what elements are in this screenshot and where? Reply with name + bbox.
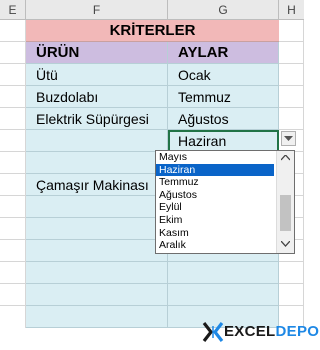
cell[interactable] bbox=[279, 262, 304, 284]
dropdown-option-selected[interactable]: Haziran bbox=[156, 163, 274, 177]
cell[interactable] bbox=[279, 108, 304, 130]
cell[interactable] bbox=[0, 130, 26, 152]
logo-text-excel: EXCEL bbox=[224, 323, 276, 340]
month-cell[interactable]: Ağustos bbox=[168, 108, 279, 130]
product-cell[interactable]: Elektrik Süpürgesi bbox=[26, 108, 168, 130]
chevron-down-icon bbox=[284, 136, 293, 141]
dropdown-option[interactable]: Eylül bbox=[156, 201, 274, 214]
column-header-e[interactable]: E bbox=[0, 0, 26, 20]
column-header-h[interactable]: H bbox=[279, 0, 304, 20]
month-cell[interactable]: Temmuz bbox=[168, 86, 279, 108]
dropdown-option[interactable]: Ekim bbox=[156, 214, 274, 227]
scroll-down-icon[interactable] bbox=[277, 237, 294, 253]
header-months[interactable]: AYLAR bbox=[168, 42, 279, 64]
month-dropdown-list[interactable]: Mayıs Haziran Temmuz Ağustos Eylül Ekim … bbox=[155, 150, 295, 254]
cell[interactable] bbox=[0, 196, 26, 218]
cell[interactable] bbox=[0, 174, 26, 196]
cell[interactable] bbox=[0, 218, 26, 240]
dropdown-option[interactable]: Ağustos bbox=[156, 189, 274, 202]
dropdown-arrow-button[interactable] bbox=[281, 131, 296, 146]
dropdown-option[interactable]: Mayıs bbox=[156, 151, 274, 164]
cell[interactable] bbox=[0, 240, 26, 262]
header-row: ÜRÜN AYLAR bbox=[0, 42, 304, 64]
table-row bbox=[0, 262, 304, 284]
product-cell[interactable] bbox=[26, 130, 168, 152]
x-logo-icon bbox=[202, 322, 224, 342]
product-cell[interactable] bbox=[26, 284, 168, 306]
cell[interactable] bbox=[0, 64, 26, 86]
month-cell[interactable] bbox=[168, 284, 279, 306]
product-cell[interactable] bbox=[26, 196, 168, 218]
cell[interactable] bbox=[279, 86, 304, 108]
scroll-up-icon[interactable] bbox=[277, 151, 294, 167]
logo-text-depo: DEPO bbox=[275, 323, 320, 340]
month-cell[interactable] bbox=[168, 262, 279, 284]
cell[interactable] bbox=[279, 20, 304, 42]
table-row: Haziran bbox=[0, 130, 304, 152]
product-cell[interactable] bbox=[26, 152, 168, 174]
dropdown-option[interactable]: Aralık bbox=[156, 239, 274, 252]
product-cell[interactable] bbox=[26, 306, 168, 328]
cell[interactable] bbox=[0, 108, 26, 130]
dropdown-scrollbar[interactable] bbox=[276, 151, 294, 253]
cell[interactable] bbox=[0, 306, 26, 328]
product-cell[interactable]: Ütü bbox=[26, 64, 168, 86]
cell[interactable] bbox=[0, 86, 26, 108]
exceldepo-logo: EXCELDEPO bbox=[202, 320, 319, 344]
table-row bbox=[0, 284, 304, 306]
logo-text: EXCELDEPO bbox=[224, 323, 319, 340]
product-cell[interactable]: Çamaşır Makinası bbox=[26, 174, 168, 196]
product-cell[interactable]: Buzdolabı bbox=[26, 86, 168, 108]
cell[interactable] bbox=[0, 284, 26, 306]
cell[interactable] bbox=[0, 42, 26, 64]
product-cell[interactable] bbox=[26, 262, 168, 284]
dropdown-option[interactable]: Temmuz bbox=[156, 176, 274, 189]
table-row: Elektrik Süpürgesi Ağustos bbox=[0, 108, 304, 130]
cell[interactable] bbox=[0, 152, 26, 174]
cell[interactable] bbox=[279, 284, 304, 306]
cell[interactable] bbox=[0, 262, 26, 284]
header-product[interactable]: ÜRÜN bbox=[26, 42, 168, 64]
product-cell[interactable] bbox=[26, 218, 168, 240]
scrollbar-thumb[interactable] bbox=[280, 195, 291, 231]
table-title[interactable]: KRİTERLER bbox=[26, 20, 279, 42]
cell[interactable] bbox=[0, 20, 26, 42]
table-row: Buzdolabı Temmuz bbox=[0, 86, 304, 108]
column-header-f[interactable]: F bbox=[26, 0, 168, 20]
month-cell[interactable]: Ocak bbox=[168, 64, 279, 86]
column-header-g[interactable]: G bbox=[168, 0, 279, 20]
active-month-cell[interactable]: Haziran bbox=[168, 130, 279, 152]
dropdown-option[interactable]: Kasım bbox=[156, 227, 274, 240]
cell[interactable] bbox=[279, 64, 304, 86]
table-row: Ütü Ocak bbox=[0, 64, 304, 86]
title-row: KRİTERLER bbox=[0, 20, 304, 42]
cell[interactable] bbox=[279, 42, 304, 64]
product-cell[interactable] bbox=[26, 240, 168, 262]
